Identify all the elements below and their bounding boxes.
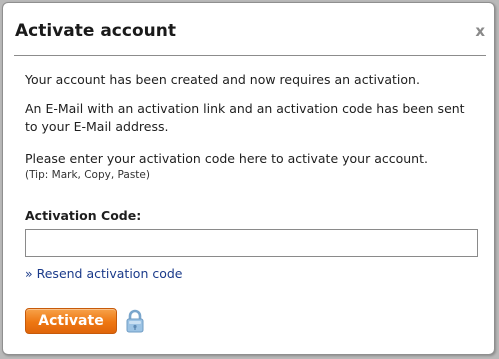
header-divider [14, 55, 486, 56]
email-sent-message: An E-Mail with an activation link and an… [25, 101, 465, 134]
dialog-title: Activate account [15, 21, 176, 41]
account-created-message: Your account has been created and now re… [25, 72, 420, 87]
activation-code-label: Activation Code: [25, 208, 142, 223]
activate-button[interactable]: Activate [25, 308, 117, 334]
close-icon[interactable]: x [475, 21, 485, 41]
copy-paste-tip: (Tip: Mark, Copy, Paste) [25, 169, 150, 181]
resend-activation-code-link[interactable]: » Resend activation code [25, 266, 183, 281]
activate-account-dialog: Activate account x Your account has been… [2, 2, 495, 355]
enter-code-message: Please enter your activation code here t… [25, 151, 428, 166]
activation-code-input[interactable] [25, 229, 478, 257]
lock-icon [126, 309, 144, 333]
dialog-header: Activate account x [3, 3, 494, 56]
